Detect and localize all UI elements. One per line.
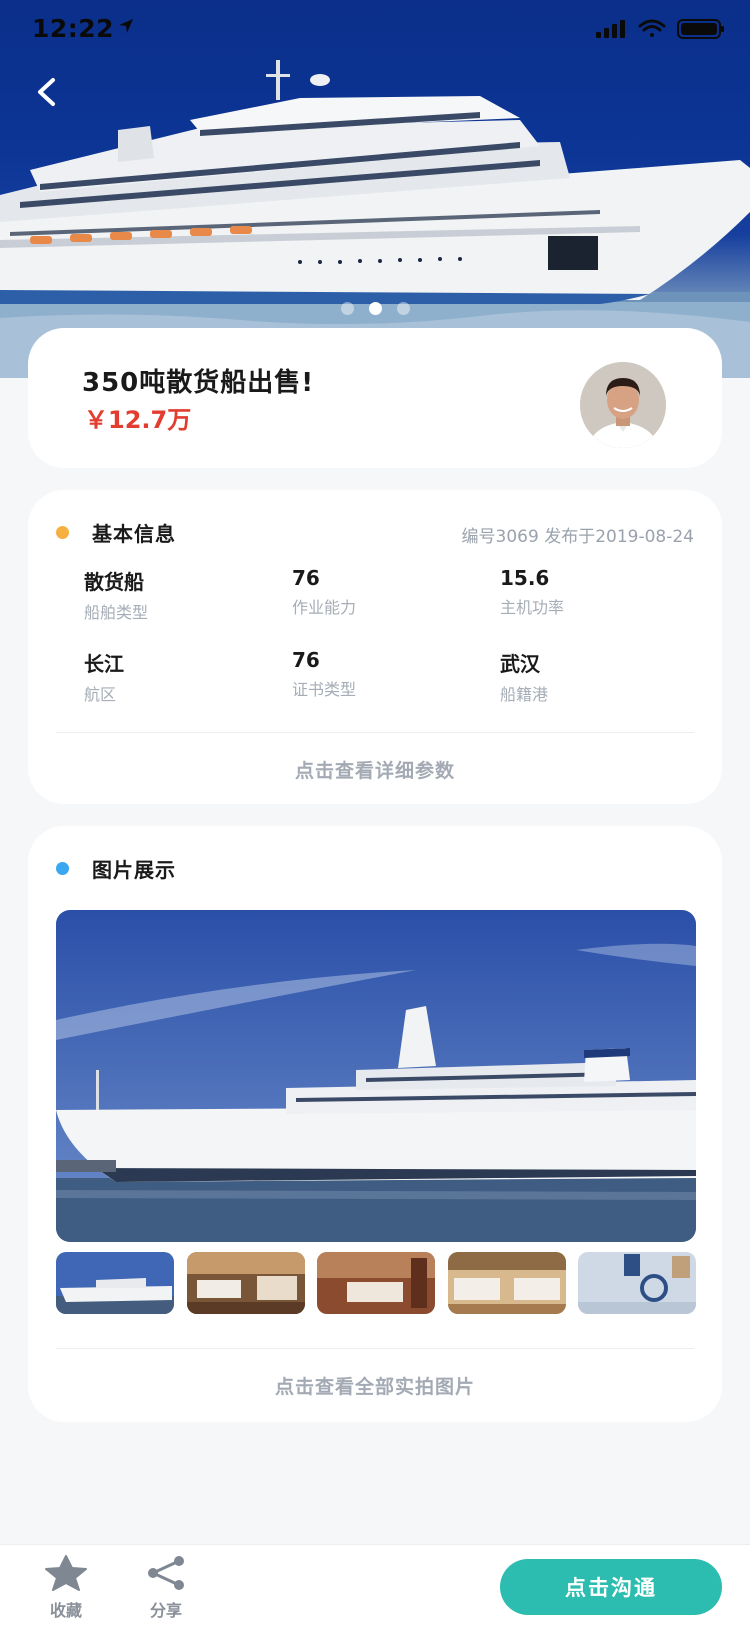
photo-gallery-header: 图片展示 (56, 848, 176, 888)
status-icons (596, 18, 726, 44)
favorite-label: 收藏 (49, 1601, 82, 1620)
spec-value: 武汉 (500, 652, 540, 676)
carousel-dot[interactable] (340, 302, 354, 315)
listing-summary-card: 350吨散货船出售! ￥12.7万 (28, 328, 722, 468)
battery-icon (677, 19, 724, 39)
thumbnail[interactable] (447, 1252, 566, 1314)
thumbnail[interactable] (56, 1252, 174, 1314)
basic-info-card: 基本信息 编号3069 发布于2019-08-24 散货船 船舶类型 76 作业… (28, 490, 722, 804)
spec-item: 76 作业能力 (292, 566, 492, 618)
favorite-button[interactable]: 收藏 (36, 1555, 96, 1621)
thumbnail-strip (56, 1252, 696, 1314)
seller-avatar[interactable] (580, 362, 666, 448)
share-label: 分享 (149, 1601, 182, 1620)
star-icon (45, 1555, 87, 1591)
spec-value: 15.6 (500, 566, 550, 590)
carousel-dot[interactable] (396, 302, 410, 315)
spec-value: 76 (292, 648, 320, 672)
spec-value: 长江 (84, 652, 124, 676)
spec-label: 主机功率 (500, 598, 565, 617)
carousel-indicator (0, 302, 750, 315)
listing-meta: 编号3069 发布于2019-08-24 (461, 527, 694, 547)
listing-title: 350吨散货船出售! (82, 368, 315, 398)
status-time: 12:22 (32, 14, 115, 43)
section-title: 图片展示 (92, 857, 176, 882)
section-title: 基本信息 (92, 521, 176, 546)
spec-item: 散货船 船舶类型 (84, 566, 284, 623)
share-icon (148, 1556, 184, 1590)
main-photo[interactable] (56, 910, 696, 1242)
carousel-dot-active[interactable] (368, 302, 382, 315)
spec-label: 航区 (84, 685, 117, 704)
basic-info-header: 基本信息 (56, 512, 176, 552)
thumbnail[interactable] (186, 1252, 305, 1314)
back-button[interactable] (26, 68, 66, 116)
thumbnail[interactable] (578, 1252, 696, 1314)
bottom-action-bar: 收藏 分享 点击沟通 (0, 1544, 750, 1625)
spec-value: 散货船 (84, 570, 144, 594)
location-arrow-icon (118, 18, 134, 38)
status-bar: 12:22 (0, 0, 750, 60)
wifi-icon (638, 19, 666, 37)
spec-value: 76 (292, 566, 320, 590)
spec-item: 15.6 主机功率 (500, 566, 700, 618)
spec-item: 武汉 船籍港 (500, 648, 700, 705)
listing-price: ￥12.7万 (84, 406, 192, 434)
spec-item: 76 证书类型 (292, 648, 492, 700)
hero-carousel[interactable]: 12:22 (0, 0, 750, 378)
divider (56, 732, 694, 733)
section-dot-icon (56, 861, 69, 875)
spec-label: 证书类型 (292, 680, 357, 699)
photo-gallery-card: 图片展示 点击查看全部实拍图片 (28, 826, 722, 1422)
contact-button[interactable]: 点击沟通 (500, 1559, 722, 1615)
spec-label: 作业能力 (292, 598, 357, 617)
thumbnail[interactable] (317, 1252, 435, 1314)
spec-label: 船籍港 (500, 685, 549, 704)
signal-icon (596, 20, 625, 38)
view-all-photos-link[interactable]: 点击查看全部实拍图片 (28, 1372, 722, 1399)
view-details-link[interactable]: 点击查看详细参数 (28, 756, 722, 783)
share-button[interactable]: 分享 (136, 1555, 196, 1621)
divider (56, 1348, 694, 1349)
spec-item: 长江 航区 (84, 648, 284, 705)
back-icon (38, 78, 55, 106)
spec-label: 船舶类型 (84, 603, 149, 622)
section-dot-icon (56, 525, 69, 539)
